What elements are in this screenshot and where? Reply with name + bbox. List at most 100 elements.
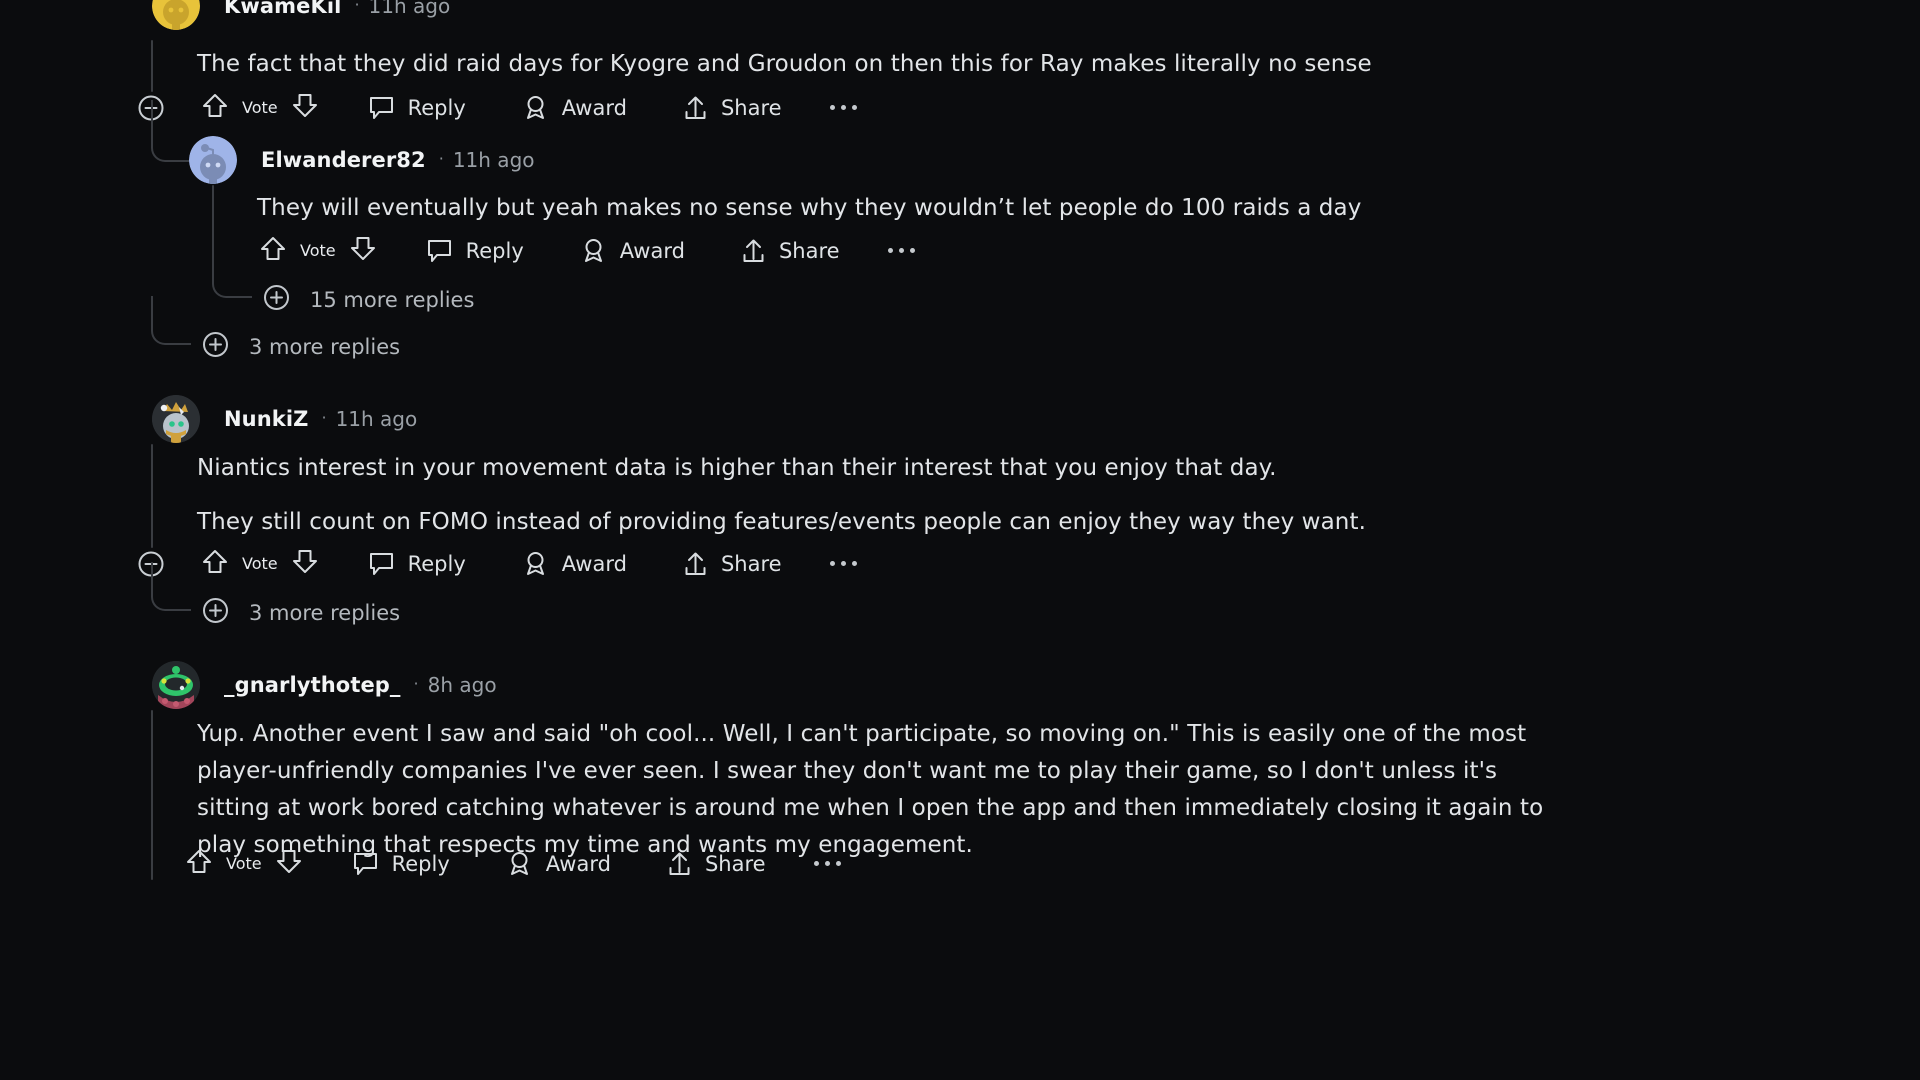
- more-options-icon[interactable]: More options: [828, 555, 859, 572]
- comment-thread-page: KwameKil · 11h ago The fact that they di…: [0, 0, 1920, 1080]
- upvote-arrow-icon[interactable]: [202, 92, 228, 123]
- thread-line[interactable]: [151, 710, 153, 880]
- share-button[interactable]: Share: [683, 94, 782, 121]
- share-arrow-icon: [667, 850, 692, 877]
- comment-author[interactable]: Elwanderer82: [261, 148, 426, 172]
- reply-label: Reply: [465, 238, 524, 263]
- plus-circle-icon[interactable]: [262, 283, 291, 316]
- comment-body: Yup. Another event I saw and said "oh co…: [197, 716, 1577, 864]
- comment-action-bar: Vote Reply Award Share: [136, 548, 859, 579]
- vote-label[interactable]: Vote: [226, 854, 262, 873]
- upvote-arrow-icon[interactable]: [186, 848, 212, 879]
- award-badge-icon: [522, 550, 549, 577]
- share-label: Share: [778, 238, 840, 263]
- comment-paragraph: The fact that they did raid days for Kyo…: [197, 51, 1372, 77]
- more-replies-button[interactable]: 3 more replies: [201, 330, 400, 363]
- upvote-arrow-icon[interactable]: [202, 548, 228, 579]
- share-arrow-icon: [741, 237, 766, 264]
- comment-bubble-icon: [368, 95, 395, 121]
- award-button[interactable]: Award: [522, 94, 627, 121]
- award-button[interactable]: Award: [506, 850, 611, 877]
- downvote-arrow-icon[interactable]: [292, 548, 318, 579]
- vote-label[interactable]: Vote: [242, 98, 278, 117]
- comment-action-bar: Vote Reply Award Share: [186, 848, 843, 879]
- share-button[interactable]: Share: [741, 237, 840, 264]
- comment-timestamp: 8h ago: [427, 673, 497, 697]
- more-replies-button[interactable]: 15 more replies: [262, 283, 474, 316]
- separator-dot: ·: [321, 407, 327, 427]
- comment-timestamp: 11h ago: [452, 148, 535, 172]
- award-label: Award: [561, 95, 627, 120]
- thread-line-curve: [151, 296, 191, 345]
- comment-paragraph: They will eventually but yeah makes no s…: [257, 195, 1362, 221]
- comment-header: _gnarlythotep_ · 8h ago: [152, 661, 497, 709]
- avatar[interactable]: [152, 395, 200, 443]
- reply-label: Reply: [407, 551, 466, 576]
- avatar[interactable]: [189, 136, 237, 184]
- avatar[interactable]: [152, 0, 200, 30]
- reply-button[interactable]: Reply: [352, 851, 450, 877]
- reply-button[interactable]: Reply: [426, 238, 524, 264]
- vote-group[interactable]: Vote: [186, 848, 302, 879]
- vote-group[interactable]: Vote: [260, 235, 376, 266]
- comment-author[interactable]: _gnarlythotep_: [224, 673, 401, 697]
- thread-line-curve: [212, 248, 252, 298]
- downvote-arrow-icon[interactable]: [350, 235, 376, 266]
- comment-header: KwameKil · 11h ago: [152, 0, 450, 30]
- comment-body: They will eventually but yeah makes no s…: [257, 190, 1497, 227]
- comment-bubble-icon: [368, 551, 395, 577]
- vote-label[interactable]: Vote: [300, 241, 336, 260]
- comment-timestamp: 11h ago: [368, 0, 451, 18]
- award-badge-icon: [522, 94, 549, 121]
- reply-label: Reply: [391, 851, 450, 876]
- more-options-icon[interactable]: More options: [812, 855, 843, 872]
- thread-line-curve: [151, 100, 189, 162]
- thread-line-curve: [151, 562, 191, 611]
- more-replies-label[interactable]: 3 more replies: [249, 601, 400, 625]
- thread-line[interactable]: [151, 40, 153, 92]
- award-label: Award: [561, 551, 627, 576]
- comment-paragraph: They still count on FOMO instead of prov…: [197, 509, 1366, 535]
- comment-body: The fact that they did raid days for Kyo…: [197, 46, 1497, 83]
- comment-timestamp: 11h ago: [335, 407, 418, 431]
- reply-button[interactable]: Reply: [368, 95, 466, 121]
- award-button[interactable]: Award: [522, 550, 627, 577]
- award-label: Award: [619, 238, 685, 263]
- vote-label[interactable]: Vote: [242, 554, 278, 573]
- more-replies-button[interactable]: 3 more replies: [201, 596, 400, 629]
- more-options-icon[interactable]: More options: [828, 99, 859, 116]
- thread-line[interactable]: [151, 444, 153, 548]
- comment-bubble-icon: [352, 851, 379, 877]
- share-button[interactable]: Share: [683, 550, 782, 577]
- share-button[interactable]: Share: [667, 850, 766, 877]
- more-replies-label[interactable]: 15 more replies: [310, 288, 474, 312]
- share-arrow-icon: [683, 550, 708, 577]
- reply-button[interactable]: Reply: [368, 551, 466, 577]
- vote-group[interactable]: Vote: [202, 548, 318, 579]
- share-label: Share: [720, 95, 782, 120]
- more-replies-label[interactable]: 3 more replies: [249, 335, 400, 359]
- avatar[interactable]: [152, 661, 200, 709]
- comment-paragraph: Yup. Another event I saw and said "oh co…: [197, 721, 1544, 858]
- upvote-arrow-icon[interactable]: [260, 235, 286, 266]
- separator-dot: ·: [438, 148, 444, 168]
- award-button[interactable]: Award: [580, 237, 685, 264]
- separator-dot: ·: [354, 0, 360, 14]
- comment-header: Elwanderer82 · 11h ago: [189, 136, 535, 184]
- share-arrow-icon: [683, 94, 708, 121]
- comment-bubble-icon: [426, 238, 453, 264]
- comment-author[interactable]: KwameKil: [224, 0, 341, 18]
- downvote-arrow-icon[interactable]: [276, 848, 302, 879]
- more-options-icon[interactable]: More options: [886, 242, 917, 259]
- comment-body: Niantics interest in your movement data …: [197, 450, 1517, 541]
- comment-author[interactable]: NunkiZ: [224, 407, 308, 431]
- vote-group[interactable]: Vote: [202, 92, 318, 123]
- award-badge-icon: [506, 850, 533, 877]
- comment-paragraph: Niantics interest in your movement data …: [197, 455, 1277, 481]
- plus-circle-icon[interactable]: [201, 330, 230, 363]
- downvote-arrow-icon[interactable]: [292, 92, 318, 123]
- separator-dot: ·: [413, 673, 419, 693]
- reply-label: Reply: [407, 95, 466, 120]
- share-label: Share: [720, 551, 782, 576]
- plus-circle-icon[interactable]: [201, 596, 230, 629]
